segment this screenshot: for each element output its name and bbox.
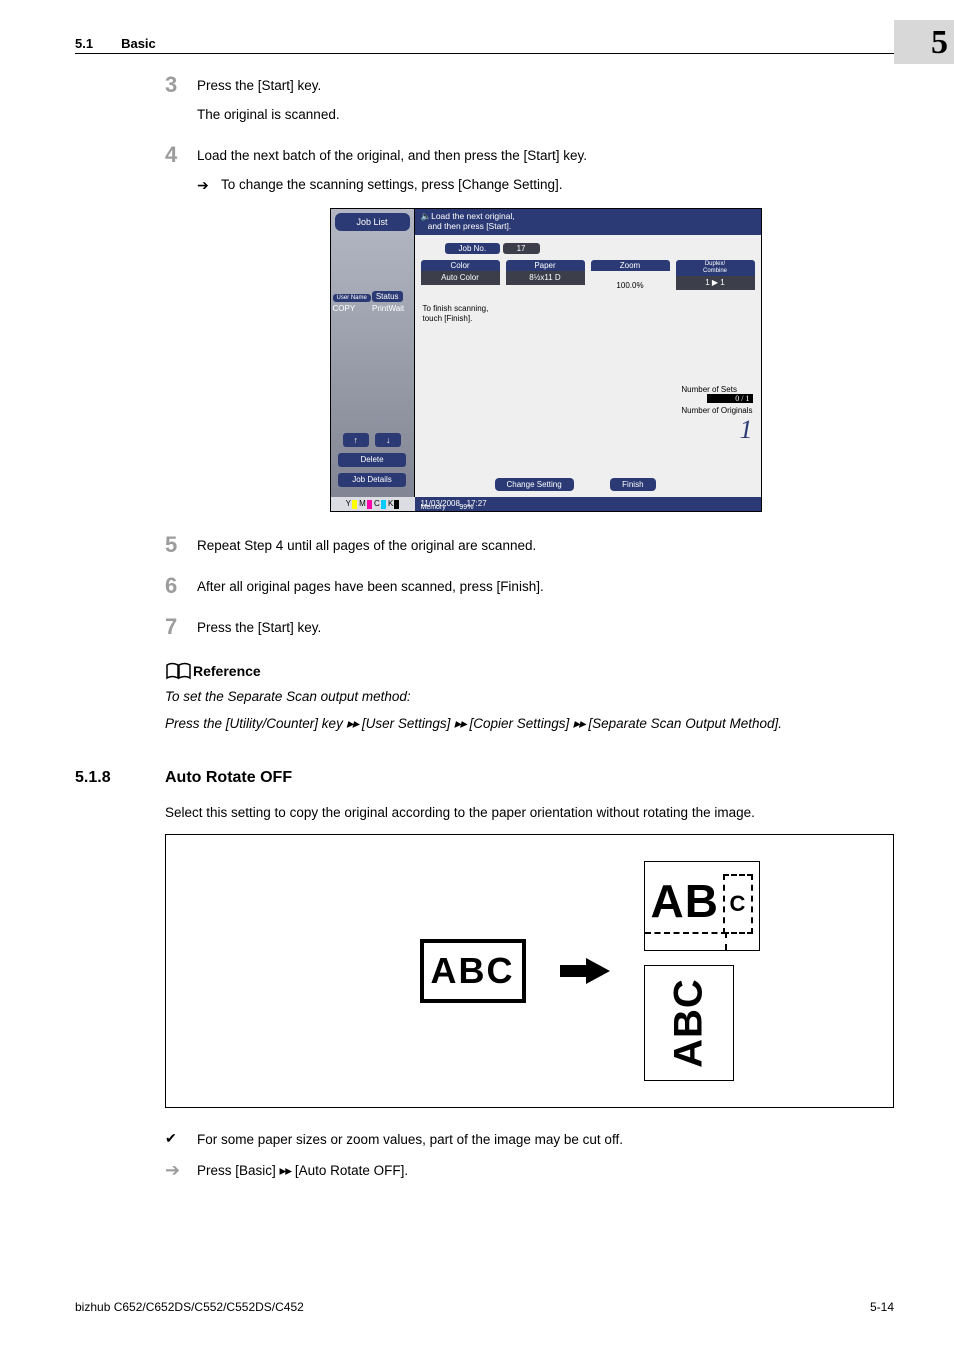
col-color-value: Auto Color xyxy=(421,271,500,285)
step-7: 7 Press the [Start] key. xyxy=(165,618,894,647)
tab-status[interactable]: Status xyxy=(372,291,403,302)
breadcrumb-arrows-icon: ▸▸ xyxy=(454,716,466,731)
step-number: 6 xyxy=(165,575,197,606)
col-zoom-value: 100.0% xyxy=(591,271,670,285)
job-no-label: Job No. xyxy=(445,243,501,254)
col-duplex-header: Duplex/ Combine xyxy=(676,260,755,276)
col-duplex-value: 1 ▶ 1 xyxy=(676,276,755,290)
toner-indicator: Y M C K xyxy=(331,497,415,511)
running-header: 5.1 Basic xyxy=(75,36,894,54)
arrow-icon: ➔ xyxy=(165,1161,197,1182)
breadcrumb-arrows-icon: ▸▸ xyxy=(573,716,585,731)
job-list-tab[interactable]: Job List xyxy=(335,213,410,231)
auto-rotate-diagram: ABC AB C ABC xyxy=(165,834,894,1108)
speaker-icon: 🔈 xyxy=(421,211,432,221)
footer-model: bizhub C652/C652DS/C552/C552DS/C452 xyxy=(75,1300,304,1314)
step-number: 5 xyxy=(165,534,197,565)
section-intro: Select this setting to copy the original… xyxy=(165,803,894,824)
step-4: 4 Load the next batch of the original, a… xyxy=(165,146,894,197)
note-row: ✔ For some paper sizes or zoom values, p… xyxy=(165,1130,894,1151)
section-title: Auto Rotate OFF xyxy=(165,769,292,787)
breadcrumb-arrows-icon: ▸▸ xyxy=(280,1163,292,1178)
counts-panel: Number of Sets 0 / 1 Number of Originals… xyxy=(681,385,752,443)
change-setting-button[interactable]: Change Setting xyxy=(495,478,574,491)
col-paper-value: 8½x11 D xyxy=(506,271,585,285)
procedure-row: ➔ Press [Basic] ▸▸ [Auto Rotate OFF]. xyxy=(165,1161,894,1182)
col-zoom-header: Zoom xyxy=(591,260,670,271)
instruction-banner: 🔈Load the next original, and then press … xyxy=(415,209,761,235)
step-text: Press the [Start] key. xyxy=(197,76,894,97)
cropped-region-icon: C xyxy=(723,874,753,934)
step-5: 5 Repeat Step 4 until all pages of the o… xyxy=(165,536,894,565)
book-icon xyxy=(165,661,193,681)
header-section-name: Basic xyxy=(121,36,156,51)
footer-page-number: 5-14 xyxy=(870,1300,894,1314)
note-text: For some paper sizes or zoom values, par… xyxy=(197,1130,894,1151)
substep-text: To change the scanning settings, press [… xyxy=(221,175,894,197)
embedded-screenshot: Job List User NameStatus COPY PrintWait … xyxy=(197,208,894,512)
step-number: 3 xyxy=(165,74,197,134)
delete-button[interactable]: Delete xyxy=(338,453,406,467)
step-text: After all original pages have been scann… xyxy=(197,577,894,598)
row-copy: COPY xyxy=(333,304,373,313)
procedure-text: Press [Basic] ▸▸ [Auto Rotate OFF]. xyxy=(197,1161,894,1182)
output-landscape-icon: AB C xyxy=(644,861,760,951)
step-text: Press the [Start] key. xyxy=(197,618,894,639)
up-button[interactable]: ↑ xyxy=(343,433,369,447)
reference-line: To set the Separate Scan output method: xyxy=(165,687,894,708)
output-portrait-icon: ABC xyxy=(644,965,734,1081)
section-heading: 5.1.8 Auto Rotate OFF xyxy=(75,769,894,787)
row-printwait: PrintWait xyxy=(372,304,412,313)
down-button[interactable]: ↓ xyxy=(375,433,401,447)
col-color-header: Color xyxy=(421,260,500,271)
original-doc-icon: ABC xyxy=(420,939,526,1003)
page-footer: bizhub C652/C652DS/C552/C552DS/C452 5-14 xyxy=(75,1299,894,1314)
finish-instruction: To finish scanning,touch [Finish]. xyxy=(423,304,761,324)
step-number: 4 xyxy=(165,144,197,197)
step-text: Load the next batch of the original, and… xyxy=(197,146,894,167)
finish-button[interactable]: Finish xyxy=(610,478,655,491)
header-section-number: 5.1 xyxy=(75,36,93,51)
step-text: Repeat Step 4 until all pages of the ori… xyxy=(197,536,894,557)
step-6: 6 After all original pages have been sca… xyxy=(165,577,894,606)
reference-line: Press the [Utility/Counter] key ▸▸ [User… xyxy=(165,714,894,735)
arrow-right-icon xyxy=(586,958,610,984)
step-3: 3 Press the [Start] key. The original is… xyxy=(165,76,894,134)
substep: ➔ To change the scanning settings, press… xyxy=(197,175,894,197)
check-icon: ✔ xyxy=(165,1130,197,1151)
arrow-icon: ➔ xyxy=(197,175,221,197)
step-number: 7 xyxy=(165,616,197,647)
step-text: The original is scanned. xyxy=(197,105,894,126)
reference-title: Reference xyxy=(193,663,261,679)
breadcrumb-arrows-icon: ▸▸ xyxy=(347,716,359,731)
col-paper-header: Paper xyxy=(506,260,585,271)
job-no-value: 17 xyxy=(503,243,540,254)
tab-user[interactable]: User Name xyxy=(333,294,371,302)
section-number: 5.1.8 xyxy=(75,769,165,787)
reference-heading: Reference xyxy=(165,661,894,681)
job-details-button[interactable]: Job Details xyxy=(338,473,406,487)
